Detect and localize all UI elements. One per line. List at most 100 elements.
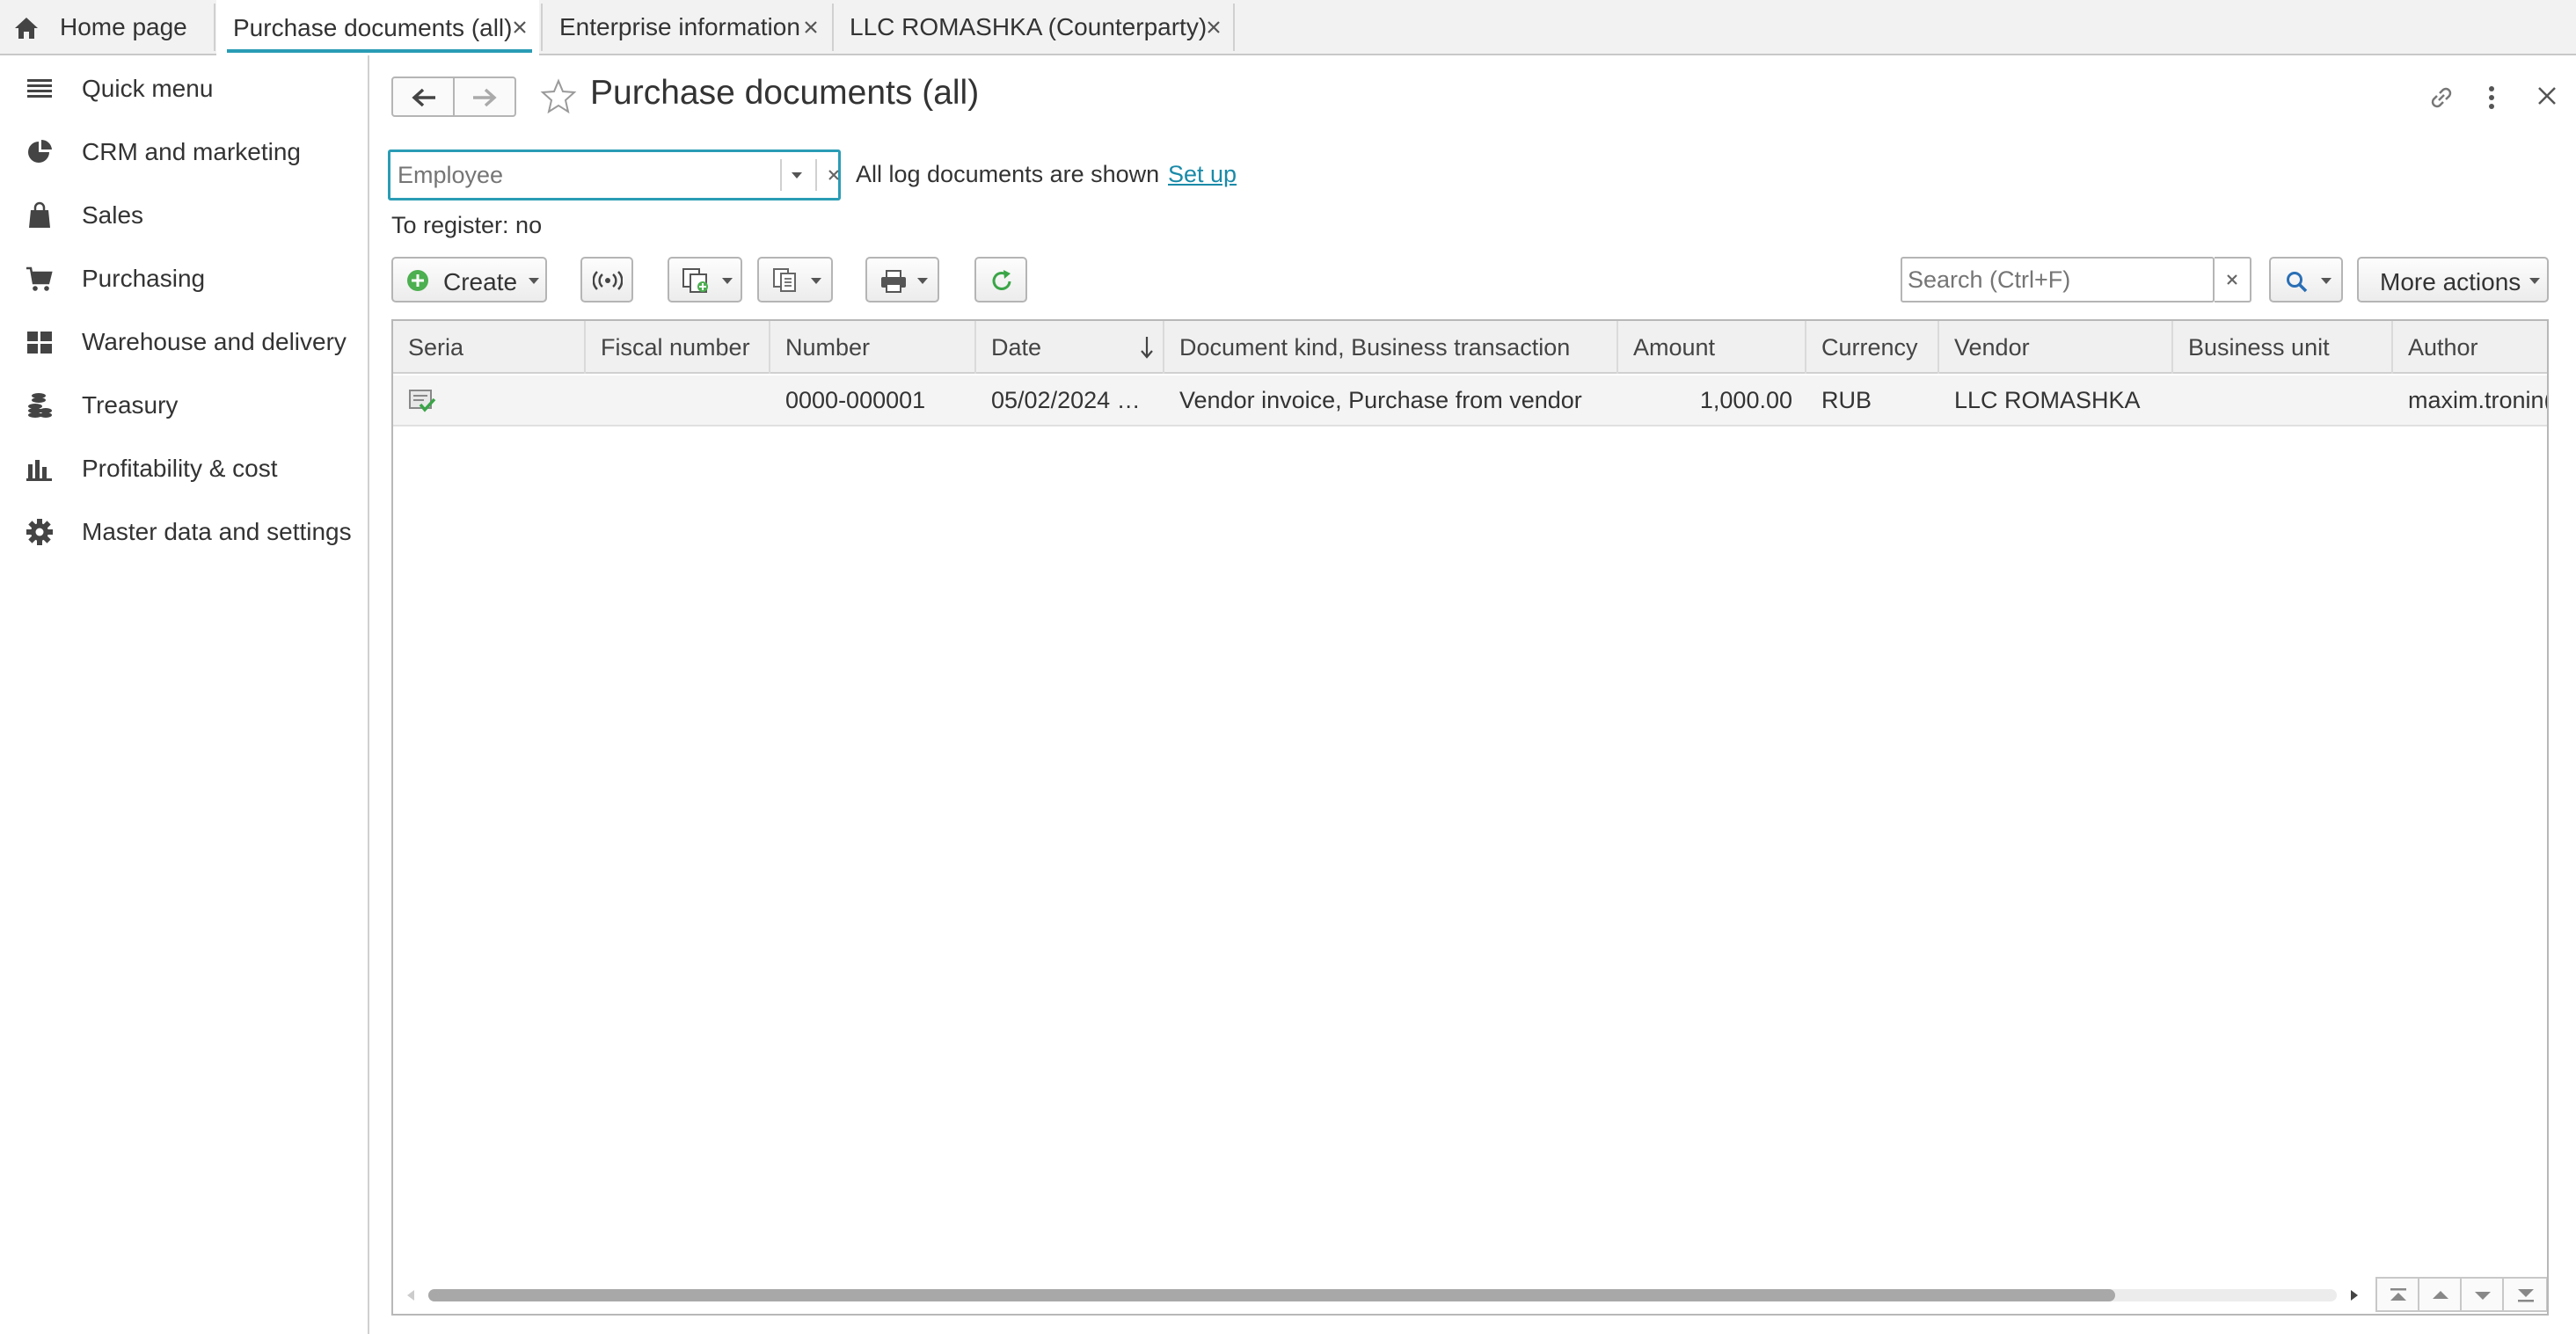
- close-icon[interactable]: [2533, 82, 2561, 110]
- sidebar-item-label: Treasury: [82, 391, 179, 419]
- chevron-down-icon: [792, 172, 802, 179]
- column-header-author[interactable]: Author: [2393, 321, 2547, 374]
- exchange-button[interactable]: [580, 257, 633, 303]
- documents-table: Seria Fiscal number Number Date Document…: [391, 319, 2549, 1316]
- tab-home[interactable]: Home page: [0, 0, 211, 55]
- column-header-label: Date: [991, 333, 1042, 361]
- page-title: Purchase documents (all): [590, 74, 980, 112]
- sidebar-item-treasury[interactable]: Treasury: [0, 376, 368, 434]
- tab-label: Enterprise information: [559, 13, 800, 40]
- more-actions-button[interactable]: More actions: [2357, 257, 2549, 303]
- horizontal-scrollbar[interactable]: [393, 1277, 2547, 1314]
- column-header-amount[interactable]: Amount: [1618, 321, 1806, 374]
- setup-link[interactable]: Set up: [1168, 161, 1237, 188]
- sidebar-item-purchasing[interactable]: Purchasing: [0, 250, 368, 308]
- clear-icon[interactable]: [825, 166, 843, 184]
- arrow-right-icon: [471, 87, 498, 108]
- employee-field[interactable]: [388, 149, 841, 200]
- cell-date: 05/02/2024 …: [991, 386, 1141, 413]
- column-header-seria[interactable]: Seria: [393, 321, 586, 374]
- sidebar-item-profitability-and-cost[interactable]: Profitability & cost: [0, 440, 368, 498]
- menu-icon: [25, 74, 55, 104]
- sidebar-item-quick-menu[interactable]: Quick menu: [0, 60, 368, 118]
- column-header-number[interactable]: Number: [770, 321, 976, 374]
- related-documents-button[interactable]: [757, 257, 833, 303]
- create-label: Create: [443, 268, 518, 295]
- close-icon[interactable]: [1203, 17, 1224, 38]
- sort-descending-icon: [1140, 335, 1154, 360]
- sidebar-item-label: CRM and marketing: [82, 138, 301, 165]
- cell-fiscal-number: [586, 375, 770, 425]
- create-based-on-button[interactable]: [668, 257, 742, 303]
- cell-document-kind: Vendor invoice, Purchase from vendor: [1179, 386, 1582, 413]
- sidebar-item-label: Profitability & cost: [82, 455, 278, 482]
- forward-button[interactable]: [453, 77, 516, 117]
- table-row[interactable]: 0000-000001 05/02/2024 … Vendor invoice,…: [393, 375, 2549, 426]
- arrow-left-icon: [411, 87, 437, 108]
- chevron-down-icon: [811, 278, 821, 284]
- search-options-button[interactable]: [2269, 257, 2343, 303]
- scroll-down-button[interactable]: [2460, 1277, 2504, 1312]
- refresh-button[interactable]: [974, 257, 1027, 303]
- bar-chart-icon: [25, 454, 55, 484]
- double-up-icon: [2389, 1287, 2408, 1302]
- search-field[interactable]: [1901, 257, 2216, 303]
- sidebar-item-warehouse-and-delivery[interactable]: Warehouse and delivery: [0, 313, 368, 371]
- tab-divider: [1233, 4, 1235, 51]
- column-header-document-kind[interactable]: Document kind, Business transaction: [1164, 321, 1618, 374]
- magnifier-icon: [2285, 270, 2310, 293]
- column-header-business-unit[interactable]: Business unit: [2173, 321, 2393, 374]
- close-icon[interactable]: [509, 17, 530, 38]
- tab-enterprise-information[interactable]: Enterprise information: [543, 0, 830, 55]
- home-icon: [13, 16, 40, 40]
- cart-icon: [25, 264, 55, 294]
- chevron-up-icon: [2431, 1288, 2450, 1301]
- scroll-up-button[interactable]: [2418, 1277, 2462, 1312]
- chevron-down-icon: [529, 278, 539, 284]
- scroll-to-bottom-button[interactable]: [2502, 1277, 2547, 1312]
- tab-label: LLC ROMASHKA (Counterparty): [850, 13, 1208, 40]
- cell-amount: 1,000.00: [1699, 386, 1792, 413]
- cell-number: 0000-000001: [785, 386, 926, 413]
- search-input[interactable]: [1908, 263, 2207, 296]
- more-vertical-icon[interactable]: [2483, 84, 2500, 112]
- print-button[interactable]: [865, 257, 939, 303]
- sidebar-item-label: Quick menu: [82, 75, 214, 102]
- tab-llc-romashka[interactable]: LLC ROMASHKA (Counterparty): [834, 0, 1233, 55]
- scroll-left-icon[interactable]: [405, 1289, 416, 1301]
- tab-label: Purchase documents (all): [233, 13, 513, 41]
- tab-purchase-documents[interactable]: Purchase documents (all): [216, 0, 539, 55]
- chevron-down-icon: [722, 278, 733, 284]
- cell-vendor: LLC ROMASHKA: [1954, 386, 2141, 413]
- back-button[interactable]: [391, 77, 455, 117]
- cell-author: maxim.tronin(: [2408, 386, 2549, 413]
- field-divider: [815, 159, 817, 191]
- plus-circle-icon: [406, 269, 429, 292]
- star-icon[interactable]: [540, 78, 577, 113]
- dropdown-button[interactable]: [792, 172, 802, 179]
- create-button[interactable]: Create: [391, 257, 547, 303]
- column-header-fiscal-number[interactable]: Fiscal number: [586, 321, 770, 374]
- chevron-down-icon: [2321, 278, 2332, 284]
- sidebar-item-sales[interactable]: Sales: [0, 186, 368, 244]
- column-header-date[interactable]: Date: [976, 321, 1164, 374]
- search-clear-button[interactable]: [2215, 257, 2251, 303]
- column-header-currency[interactable]: Currency: [1806, 321, 1939, 374]
- broadcast-icon: [593, 270, 623, 291]
- table-header: Seria Fiscal number Number Date Document…: [393, 321, 2547, 374]
- close-icon[interactable]: [800, 17, 821, 38]
- scrollbar-thumb[interactable]: [428, 1289, 2115, 1301]
- sidebar-item-label: Purchasing: [82, 265, 206, 292]
- chevron-down-icon: [2473, 1290, 2492, 1302]
- grid-icon: [25, 327, 55, 357]
- employee-input[interactable]: [398, 157, 749, 193]
- scroll-to-top-button[interactable]: [2375, 1277, 2419, 1312]
- sidebar-item-crm-and-marketing[interactable]: CRM and marketing: [0, 123, 368, 181]
- column-header-vendor[interactable]: Vendor: [1939, 321, 2173, 374]
- scroll-right-icon[interactable]: [2349, 1289, 2360, 1301]
- sidebar-item-master-data-and-settings[interactable]: Master data and settings: [0, 503, 368, 561]
- link-icon[interactable]: [2426, 82, 2457, 113]
- tab-divider: [214, 4, 215, 51]
- shopping-bag-icon: [25, 200, 55, 230]
- filter-status: All log documents are shown: [856, 161, 1160, 187]
